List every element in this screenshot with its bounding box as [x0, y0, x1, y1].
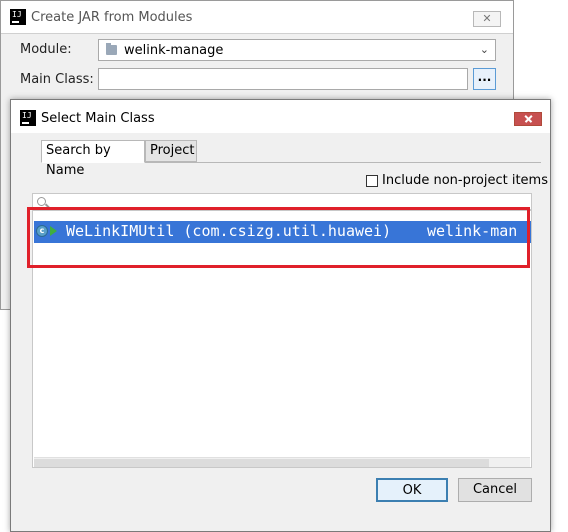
module-select-value: welink-manage	[124, 43, 224, 58]
create-jar-title-bar: IJ Create JAR from Modules ✕	[1, 1, 513, 34]
create-jar-close-button[interactable]: ✕	[473, 11, 501, 27]
create-jar-title: Create JAR from Modules	[31, 10, 193, 25]
intellij-logo-icon: IJ	[20, 110, 36, 126]
select-main-class-title-bar: IJ Select Main Class	[11, 100, 550, 133]
browse-main-class-button[interactable]: ...	[473, 68, 496, 90]
intellij-logo-icon: IJ	[10, 9, 26, 25]
main-class-input[interactable]	[98, 68, 468, 90]
include-non-project-label[interactable]: Include non-project items	[382, 173, 548, 188]
chevron-down-icon: ⌄	[479, 43, 489, 56]
search-icon	[37, 197, 46, 206]
tab-project[interactable]: Project	[145, 140, 197, 162]
main-class-label: Main Class:	[20, 72, 94, 87]
cancel-button[interactable]: Cancel	[458, 478, 532, 502]
horizontal-scrollbar[interactable]	[34, 457, 530, 467]
select-main-class-close-button[interactable]	[514, 112, 542, 126]
folder-icon	[106, 43, 117, 55]
include-non-project-checkbox[interactable]	[366, 175, 378, 187]
module-label: Module:	[20, 42, 72, 57]
scrollbar-thumb[interactable]	[34, 459, 489, 467]
select-main-class-dialog: IJ Select Main Class Search by Name Proj…	[10, 99, 551, 532]
select-main-class-title: Select Main Class	[41, 111, 155, 126]
ok-button[interactable]: OK	[376, 478, 448, 502]
annotation-highlight-box	[27, 207, 530, 268]
tab-search-by-name[interactable]: Search by Name	[41, 140, 145, 178]
module-select[interactable]: welink-manage ⌄	[98, 39, 496, 61]
